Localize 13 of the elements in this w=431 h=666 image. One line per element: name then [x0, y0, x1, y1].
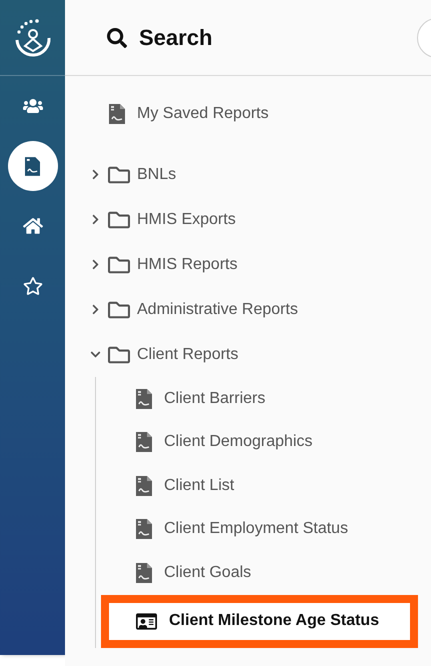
report-item[interactable]: Client List	[164, 476, 234, 495]
report-item[interactable]: Client Milestone Age Status	[169, 612, 380, 630]
report-item[interactable]: Client Barriers	[164, 390, 266, 408]
report-item[interactable]: Client Employment Status	[164, 520, 348, 538]
folder-label[interactable]: Administrative Reports	[137, 300, 298, 318]
folder-label[interactable]: BNLs	[137, 166, 176, 184]
report-item[interactable]: Client Goals	[164, 564, 252, 582]
tree-item[interactable]: My Saved Reports	[137, 105, 269, 123]
folder-label[interactable]: Client Reports	[137, 346, 238, 364]
page-title: Search	[139, 24, 212, 50]
folder-label[interactable]: HMIS Reports	[137, 256, 238, 274]
folder-label[interactable]: HMIS Exports	[137, 210, 236, 228]
report-item[interactable]: Client Demographics	[164, 433, 313, 452]
